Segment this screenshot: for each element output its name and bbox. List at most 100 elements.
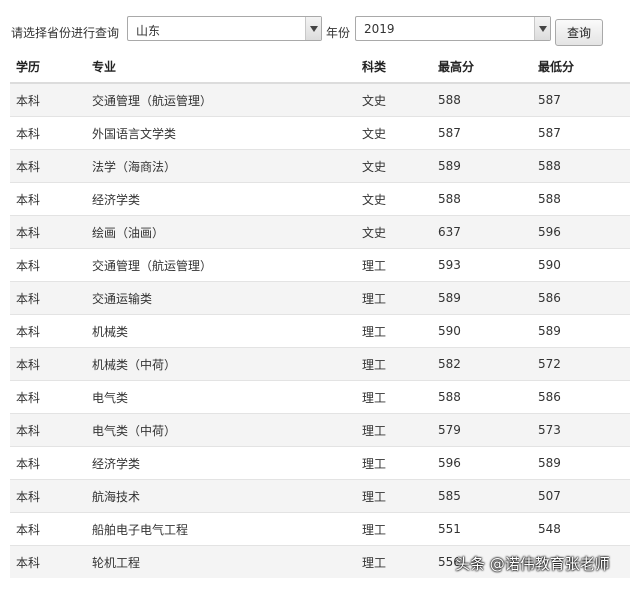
cell-category: 理工 [362, 413, 438, 447]
cell-min-score: 589 [538, 446, 630, 480]
cell-category: 理工 [362, 446, 438, 480]
cell-max-score: 589 [438, 149, 538, 183]
cell-major: 交通管理（航运管理） [92, 82, 362, 117]
table-row: 本科 外国语言文学类 文史 587 587 [10, 116, 630, 150]
cell-education: 本科 [10, 215, 92, 249]
table-row: 本科 经济学类 理工 596 589 [10, 446, 630, 480]
header-max-score: 最高分 [438, 51, 538, 84]
cell-major: 交通运输类 [92, 281, 362, 315]
cell-major: 绘画（油画） [92, 215, 362, 249]
cell-education: 本科 [10, 512, 92, 546]
score-table: 学历 专业 科类 最高分 最低分 本科 交通管理（航运管理） 文史 588 587 本科外… [10, 51, 630, 578]
cell-category: 文史 [362, 149, 438, 183]
table-row: 本科 船舶电子电气工程 理工 551 548 [10, 512, 630, 546]
cell-major: 轮机工程 [92, 545, 362, 578]
cell-min-score: 573 [538, 413, 630, 447]
cell-education: 本科 [10, 281, 92, 315]
cell-major: 法学（海商法） [92, 149, 362, 183]
cell-major: 电气类 [92, 380, 362, 414]
query-button[interactable]: 查询 [555, 19, 603, 46]
cell-max-score: 589 [438, 281, 538, 315]
cell-education: 本科 [10, 479, 92, 513]
cell-max-score: 585 [438, 479, 538, 513]
watermark: 头条 @诺伟教育张老师 [455, 555, 610, 573]
province-label: 请选择省份进行查询 [11, 26, 120, 40]
cell-education: 本科 [10, 413, 92, 447]
cell-max-score: 637 [438, 215, 538, 249]
cell-max-score: 588 [438, 182, 538, 216]
cell-education: 本科 [10, 446, 92, 480]
cell-max-score: 593 [438, 248, 538, 282]
table-row: 本科 交通运输类 理工 589 586 [10, 281, 630, 315]
header-min-score: 最低分 [538, 51, 630, 84]
cell-min-score: 548 [538, 512, 630, 546]
table-row: 本科 机械类 理工 590 589 [10, 314, 630, 348]
cell-max-score: 588 [438, 82, 538, 117]
cell-major: 电气类（中荷） [92, 413, 362, 447]
table-row: 本科 电气类 理工 588 586 [10, 380, 630, 414]
cell-education: 本科 [10, 82, 92, 117]
province-select[interactable]: 山东 [127, 16, 322, 41]
cell-max-score: 596 [438, 446, 538, 480]
cell-education: 本科 [10, 182, 92, 216]
table-row: 本科 电气类（中荷） 理工 579 573 [10, 413, 630, 447]
cell-max-score: 590 [438, 314, 538, 348]
header-category: 科类 [362, 51, 438, 84]
cell-category: 文史 [362, 116, 438, 150]
cell-max-score: 582 [438, 347, 538, 381]
cell-max-score: 588 [438, 380, 538, 414]
table-row: 本科 法学（海商法） 文史 589 588 [10, 149, 630, 183]
year-label: 年份 [326, 26, 351, 40]
cell-major: 经济学类 [92, 446, 362, 480]
table-row: 本科 绘画（油画） 文史 637 596 [10, 215, 630, 249]
cell-category: 理工 [362, 314, 438, 348]
cell-min-score: 590 [538, 248, 630, 282]
cell-education: 本科 [10, 545, 92, 578]
cell-education: 本科 [10, 149, 92, 183]
table-row: 本科 交通管理（航运管理） 文史 588 587 [10, 82, 630, 117]
table-row: 本科 经济学类 文史 588 588 [10, 182, 630, 216]
header-education: 学历 [10, 51, 92, 84]
table-row: 本科 航海技术 理工 585 507 [10, 479, 630, 513]
cell-major: 经济学类 [92, 182, 362, 216]
header-major: 专业 [92, 51, 362, 84]
cell-category: 理工 [362, 281, 438, 315]
cell-min-score: 572 [538, 347, 630, 381]
cell-category: 文史 [362, 215, 438, 249]
cell-max-score: 579 [438, 413, 538, 447]
year-select[interactable]: 2019 [355, 16, 551, 41]
chevron-down-icon [534, 17, 550, 40]
cell-min-score: 587 [538, 82, 630, 117]
cell-category: 理工 [362, 380, 438, 414]
table-row: 本科 机械类（中荷） 理工 582 572 [10, 347, 630, 381]
cell-min-score: 586 [538, 281, 630, 315]
chevron-down-icon [305, 17, 321, 40]
cell-category: 理工 [362, 347, 438, 381]
cell-min-score: 588 [538, 149, 630, 183]
cell-major: 机械类 [92, 314, 362, 348]
cell-min-score: 596 [538, 215, 630, 249]
cell-category: 理工 [362, 512, 438, 546]
cell-min-score: 507 [538, 479, 630, 513]
cell-education: 本科 [10, 347, 92, 381]
table-header-row: 学历 专业 科类 最高分 最低分 [10, 51, 630, 84]
cell-min-score: 588 [538, 182, 630, 216]
cell-major: 交通管理（航运管理） [92, 248, 362, 282]
cell-category: 文史 [362, 182, 438, 216]
filter-bar: 请选择省份进行查询 山东 年份 2019 查询 [0, 14, 640, 46]
cell-major: 船舶电子电气工程 [92, 512, 362, 546]
cell-major: 外国语言文学类 [92, 116, 362, 150]
cell-max-score: 587 [438, 116, 538, 150]
cell-min-score: 587 [538, 116, 630, 150]
table-row: 本科 交通管理（航运管理） 理工 593 590 [10, 248, 630, 282]
cell-max-score: 551 [438, 512, 538, 546]
cell-education: 本科 [10, 116, 92, 150]
cell-education: 本科 [10, 248, 92, 282]
cell-min-score: 589 [538, 314, 630, 348]
cell-category: 理工 [362, 248, 438, 282]
cell-min-score: 586 [538, 380, 630, 414]
cell-category: 理工 [362, 479, 438, 513]
cell-major: 航海技术 [92, 479, 362, 513]
province-select-value: 山东 [136, 24, 161, 38]
cell-education: 本科 [10, 380, 92, 414]
